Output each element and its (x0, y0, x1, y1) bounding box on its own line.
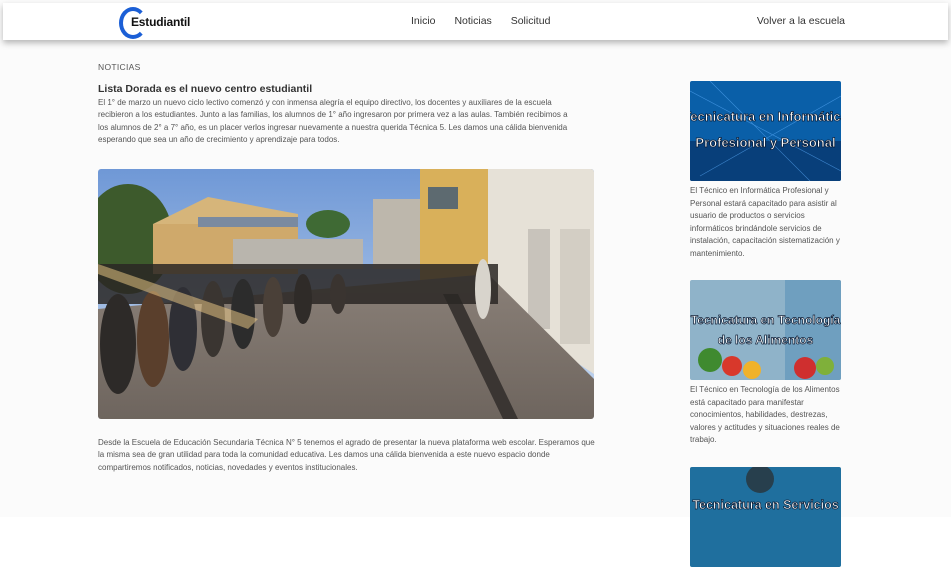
card-description: El Técnico en Tecnología de los Alimento… (690, 385, 840, 444)
top-navbar: Estudiantil Inicio Noticias Solicitud Vo… (3, 3, 948, 40)
article-title: Lista Dorada es el nuevo centro estudian… (98, 83, 313, 95)
card-description: El Técnico en Informática Profesional y … (690, 186, 840, 258)
section-label: NOTICIAS (98, 62, 141, 72)
card-image-alimentos[interactable]: Tecnicatura en Tecnología de los Aliment… (690, 280, 841, 380)
article-photo (98, 169, 594, 419)
nav-link-solicitud[interactable]: Solicitud (511, 15, 551, 27)
card-image-servicios[interactable]: Tecnicatura en Servicios (690, 467, 841, 567)
sidebar-card-servicios[interactable]: Tecnicatura en Servicios (690, 467, 841, 567)
nav-link-inicio[interactable]: Inicio (411, 15, 436, 27)
card-image-line2: Profesional y Personal (695, 135, 835, 150)
article-footer-text: Desde la Escuela de Educación Secundaria… (98, 438, 595, 472)
sidebar-card-alimentos[interactable]: Tecnicatura en Tecnología de los Aliment… (690, 280, 841, 447)
back-to-school-link[interactable]: Volver a la escuela (757, 15, 845, 27)
site-logo[interactable]: Estudiantil (119, 7, 199, 39)
card-image-informatica[interactable]: Tecnicatura en Informática Profesional y… (690, 81, 841, 181)
article-body: El 1° de marzo un nuevo ciclo lectivo co… (98, 98, 568, 145)
logo-text: Estudiantil (131, 15, 191, 29)
card-image-line1: Tecnicatura en Tecnología (691, 313, 841, 327)
sidebar-card-informatica[interactable]: Tecnicatura en Informática Profesional y… (690, 81, 841, 260)
card-image-line2: de los Alimentos (718, 333, 814, 347)
card-image-line1: Tecnicatura en Servicios (692, 498, 838, 512)
main-nav: Inicio Noticias Solicitud (411, 15, 566, 27)
nav-link-noticias[interactable]: Noticias (454, 15, 491, 27)
card-image-line1: Tecnicatura en Informática (690, 109, 841, 124)
